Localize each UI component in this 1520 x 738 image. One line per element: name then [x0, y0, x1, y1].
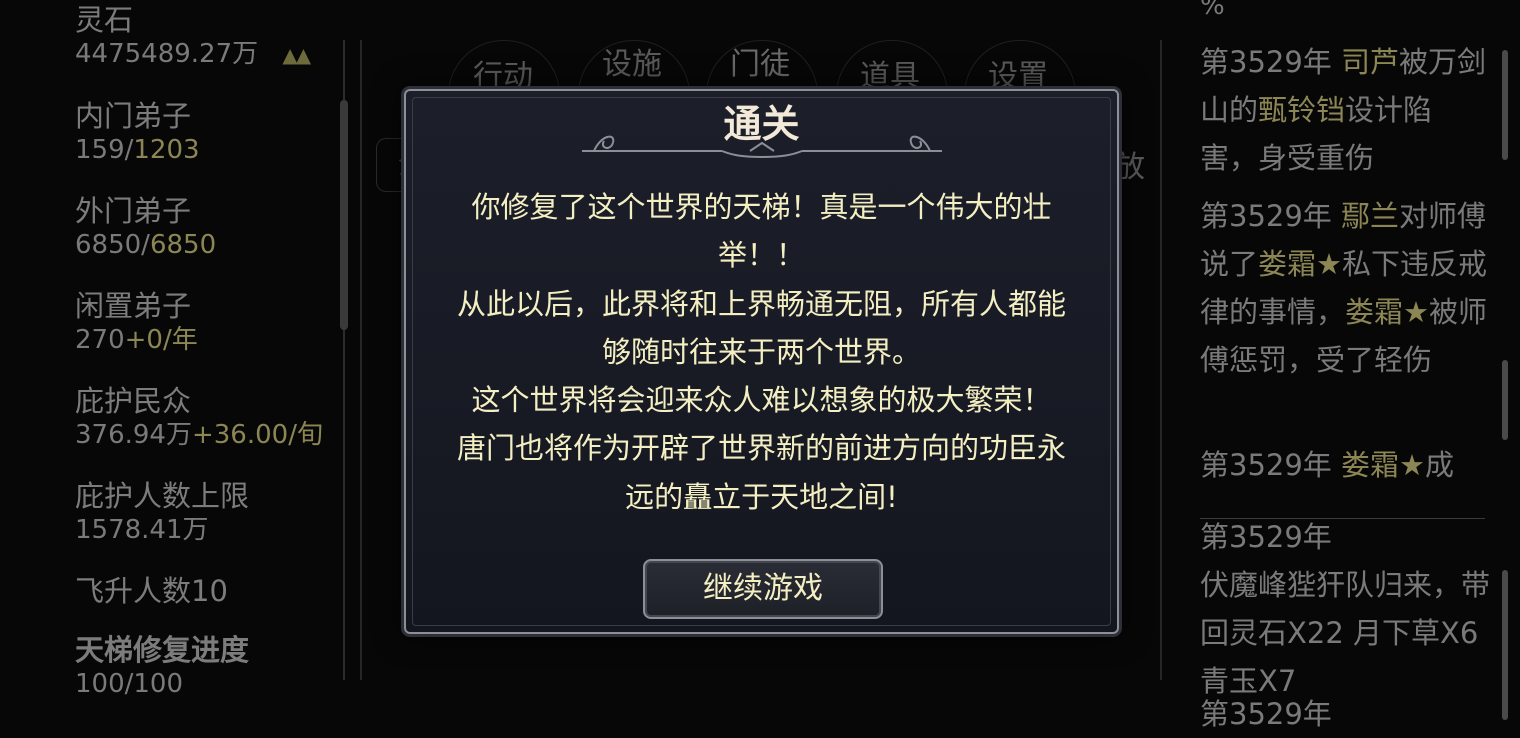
- divider: [360, 40, 362, 680]
- log-entry: 第3529年 娄霜★成: [1200, 448, 1455, 482]
- log-entry: 第3529年 伏魔峰狴犴队归来，带回灵石X22 月下草X6 青玉X7: [1200, 520, 1491, 698]
- log-entry: 第3529年: [1200, 697, 1332, 731]
- tab-facilities[interactable]: 设施: [572, 40, 692, 90]
- victory-dialog: 通关 你修复了这个世界的天梯！真是一个伟大的壮举！！ 从此以后，此界将和上界畅通…: [404, 89, 1119, 634]
- stat-value-max: 6850: [149, 230, 217, 260]
- right-scrollbar[interactable]: [1500, 40, 1512, 720]
- stat-label: 外门弟子: [75, 194, 192, 228]
- dialog-line: 唐门也将作为开辟了世界新的前进方向的功臣永远的矗立于天地之间!: [456, 431, 1066, 514]
- sort-toggle[interactable]: 放: [1115, 142, 1145, 186]
- stat-label: 飞升人数10: [75, 574, 228, 608]
- stat-spirit-stones: 灵石 4475489.27万 ▲▲: [75, 2, 311, 71]
- log-entry: 第3529年 鄢兰对师傅说了娄霜★私下违反戒律的事情，娄霜★被师傅惩罚，受了轻伤: [1200, 199, 1488, 377]
- stat-value: 4475489.27万: [75, 39, 259, 69]
- stat-ladder-progress: 天梯修复进度 100/100: [75, 632, 249, 700]
- stat-label: 内门弟子: [75, 99, 192, 133]
- stat-label: 庇护民众: [75, 384, 192, 418]
- stat-label: 天梯修复进度: [75, 633, 250, 667]
- stat-value: 270: [75, 325, 125, 355]
- event-log-panel: % 第3529年 司芦被万剑山的甄铃铛设计陷害，身受重伤 第3529年 鄢兰对师…: [1160, 0, 1520, 731]
- stat-inner-disciples: 内门弟子 159/1203: [75, 98, 200, 166]
- stat-value-rate: +0/年: [124, 325, 198, 355]
- stat-value: 6850/: [75, 230, 150, 260]
- stat-value: 376.94万: [75, 420, 192, 450]
- stat-label: 闲置弟子: [75, 289, 192, 323]
- dialog-line: 从此以后，此界将和上界畅通无阻，所有人都能够随时往来于两个世界。: [456, 286, 1066, 369]
- log-entry: 第3529年 司芦被万剑山的甄铃铛设计陷害，身受重伤: [1200, 45, 1487, 175]
- stat-value-rate: +36.00/旬: [191, 420, 323, 450]
- scroll-thumb[interactable]: [340, 100, 348, 330]
- stat-ascended: 飞升人数10: [75, 573, 228, 609]
- stat-outer-disciples: 外门弟子 6850/6850: [75, 193, 216, 261]
- log-divider: [1200, 518, 1485, 519]
- continue-game-button[interactable]: 继续游戏: [643, 559, 883, 619]
- stat-value: 100/100: [75, 669, 184, 699]
- stat-value: 159/: [75, 135, 134, 165]
- title-ornament-icon: [582, 135, 942, 159]
- stat-label: 灵石: [75, 3, 134, 37]
- stat-protected-people: 庇护民众 376.94万+36.00/旬: [75, 383, 323, 451]
- left-scrollbar[interactable]: [338, 40, 350, 680]
- stat-value-max: 1203: [133, 135, 200, 165]
- stat-idle-disciples: 闲置弟子 270+0/年: [75, 288, 198, 356]
- stats-panel: 灵石 4475489.27万 ▲▲ 内门弟子 159/1203 外门弟子 685…: [0, 0, 350, 720]
- dialog-line: 你修复了这个世界的天梯！真是一个伟大的壮举！！: [471, 190, 1052, 273]
- tab-disciples[interactable]: 门徒: [700, 40, 820, 90]
- stat-value: 1578.41万: [75, 515, 209, 545]
- stat-protection-limit: 庇护人数上限 1578.41万: [75, 478, 249, 546]
- up-arrows-icon: ▲▲: [282, 43, 311, 67]
- dialog-message: 你修复了这个世界的天梯！真是一个伟大的壮举！！ 从此以后，此界将和上界畅通无阻，…: [446, 183, 1077, 521]
- stat-label: 庇护人数上限: [75, 479, 250, 513]
- log-fragment: %: [1200, 0, 1225, 21]
- dialog-line: 这个世界将会迎来众人难以想象的极大繁荣！: [471, 383, 1052, 418]
